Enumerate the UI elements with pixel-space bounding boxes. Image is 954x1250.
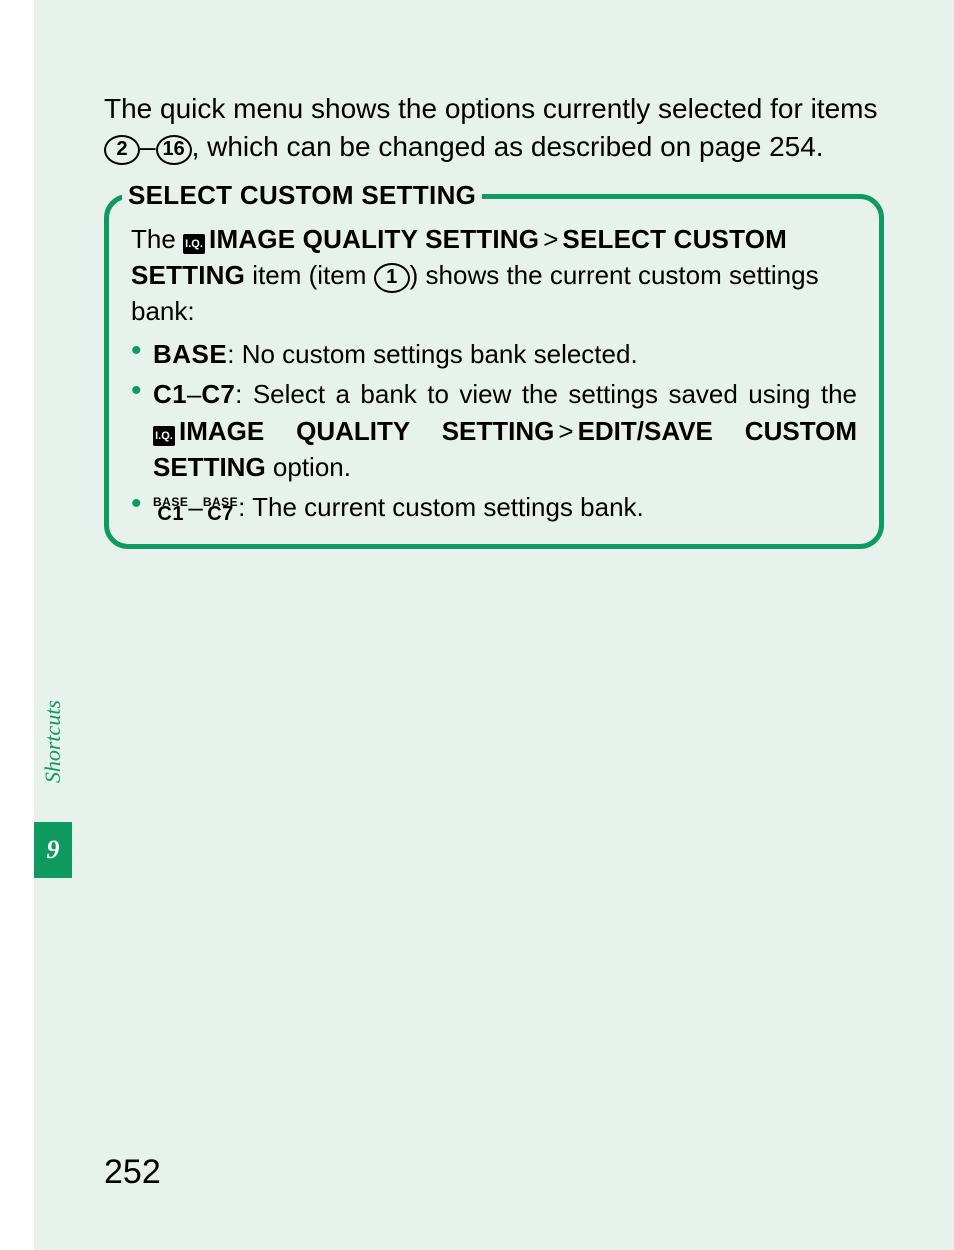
basec-dash: –	[188, 492, 202, 522]
intro-paragraph: The quick menu shows the options current…	[104, 90, 884, 166]
callout-box-title: SELECT CUSTOM SETTING	[122, 178, 482, 213]
menu-path-1b: IMAGE QUALITY SETTING	[179, 416, 554, 446]
box-text-pre: The	[131, 224, 183, 254]
basec-label-from: BASEC1	[153, 498, 188, 520]
intro-dash: –	[140, 131, 156, 162]
page-background: The quick menu shows the options current…	[34, 0, 954, 1250]
bullet-text-2: option.	[266, 452, 351, 482]
menu-separator-icon: >	[558, 416, 573, 446]
bullet-text: : No custom settings bank selected.	[227, 339, 637, 369]
bullet-text: : The current custom settings bank.	[238, 492, 644, 522]
list-item: BASE: No custom settings bank selected.	[131, 336, 857, 372]
page-number: 252	[104, 1153, 161, 1192]
menu-path-1: IMAGE QUALITY SETTING	[209, 224, 539, 254]
list-item: BASEC1–BASEC7: The current custom settin…	[131, 489, 857, 525]
c-label-from: C1	[153, 379, 187, 409]
callout-box-wrap: SELECT CUSTOM SETTING The I.Q.IMAGE QUAL…	[104, 194, 884, 549]
circled-number-to: 16	[156, 135, 192, 165]
basec-label-to: BASEC7	[203, 498, 238, 520]
basec-bot: C7	[203, 507, 238, 521]
box-text-mid: item (item	[245, 260, 374, 290]
side-chapter-tab: 9	[34, 822, 72, 878]
side-section-label: Shortcuts	[40, 700, 66, 783]
bullet-text-1: : Select a bank to view the settings sav…	[235, 379, 857, 409]
box-intro-line: The I.Q.IMAGE QUALITY SETTING>SELECT CUS…	[131, 221, 857, 330]
intro-text-1: The quick menu shows the options current…	[104, 93, 877, 124]
intro-text-2: , which can be changed as described on p…	[192, 131, 824, 162]
basec-bot: C1	[153, 507, 188, 521]
circled-number-from: 2	[104, 135, 140, 165]
bullet-list: BASE: No custom settings bank selected. …	[131, 336, 857, 526]
callout-box: The I.Q.IMAGE QUALITY SETTING>SELECT CUS…	[104, 194, 884, 549]
c-label-to: C7	[201, 379, 235, 409]
iq-icon: I.Q.	[183, 234, 205, 254]
circled-number-item: 1	[374, 263, 410, 293]
iq-icon: I.Q.	[153, 426, 175, 446]
page-content: The quick menu shows the options current…	[104, 90, 884, 549]
c-dash: –	[187, 379, 201, 409]
base-label: BASE	[153, 339, 227, 369]
menu-separator-icon: >	[543, 224, 558, 254]
list-item: C1–C7: Select a bank to view the setting…	[131, 376, 857, 485]
